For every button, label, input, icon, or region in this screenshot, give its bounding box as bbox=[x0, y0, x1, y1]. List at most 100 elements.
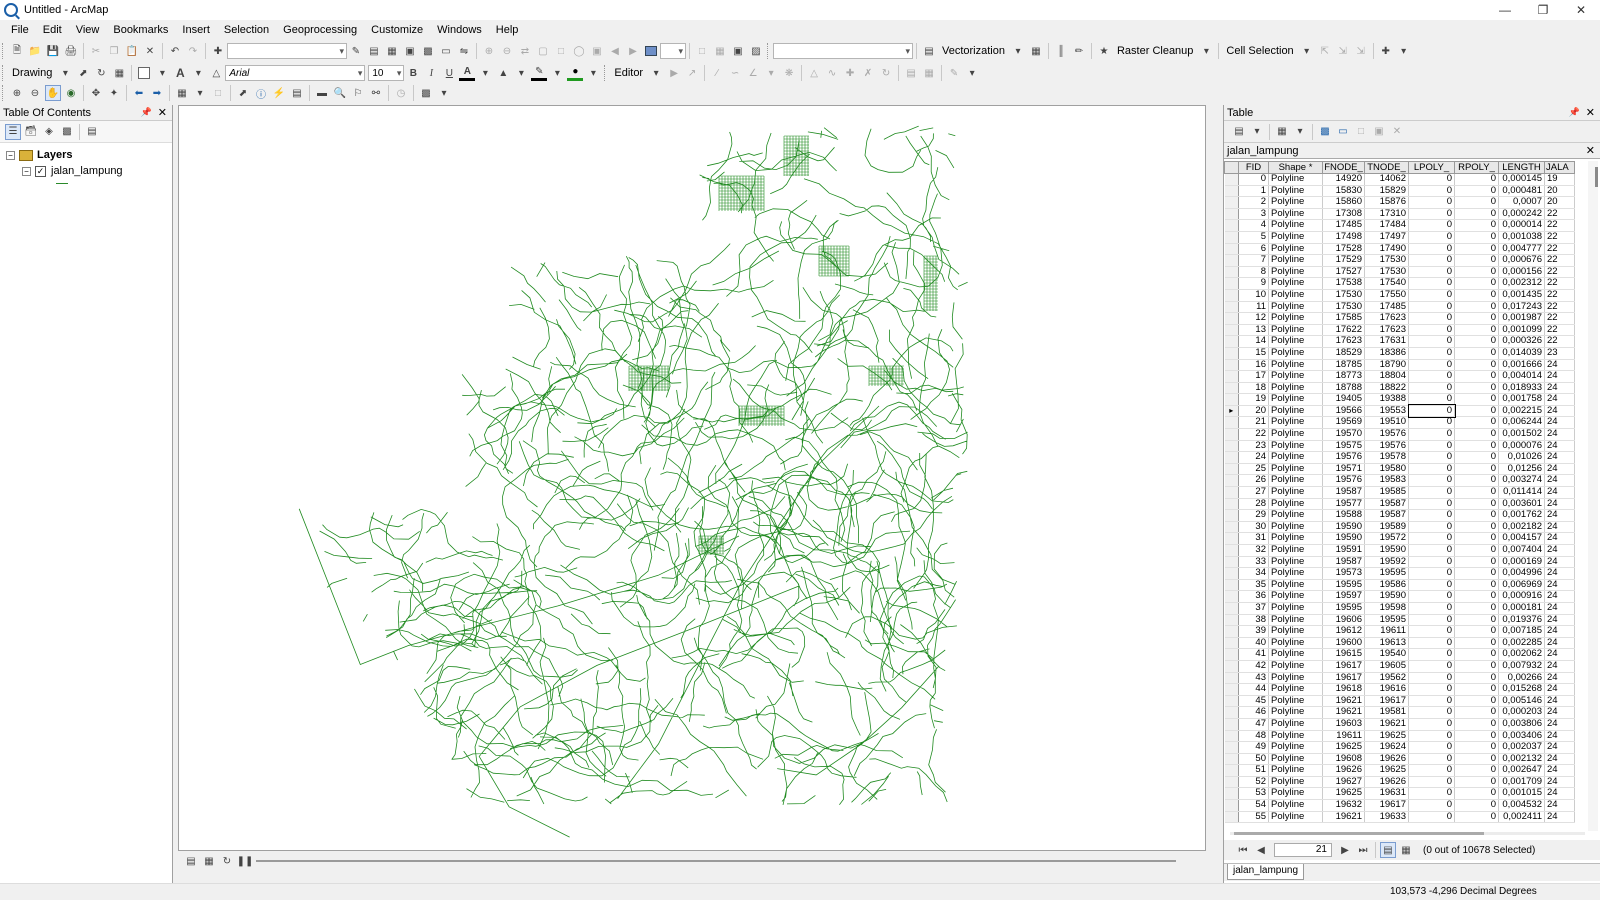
cell-fnode[interactable]: 19617 bbox=[1322, 672, 1365, 685]
cell-fnode[interactable]: 19621 bbox=[1322, 706, 1365, 719]
cell-length[interactable]: 0,007185 bbox=[1498, 625, 1545, 638]
cell-jala[interactable]: 22 bbox=[1544, 289, 1575, 302]
hyperlink-icon[interactable]: ⚡ bbox=[271, 85, 287, 101]
add-data-icon[interactable]: ✚ bbox=[210, 43, 226, 59]
cell-rpoly[interactable]: 0 bbox=[1454, 544, 1499, 557]
cell-fnode[interactable]: 19590 bbox=[1322, 532, 1365, 545]
menu-view[interactable]: View bbox=[69, 24, 107, 36]
row-selector[interactable] bbox=[1224, 567, 1239, 580]
cell-rpoly[interactable]: 0 bbox=[1454, 625, 1499, 638]
row-selector[interactable] bbox=[1224, 266, 1239, 279]
cell-jala[interactable]: 24 bbox=[1544, 660, 1575, 673]
cell-tnode[interactable]: 17497 bbox=[1364, 231, 1409, 244]
clear-selected-icon[interactable]: □ bbox=[210, 85, 226, 101]
cell-length[interactable]: 0,003601 bbox=[1498, 498, 1545, 511]
toc-options-icon[interactable]: ▤ bbox=[84, 124, 100, 140]
edit-annotation-icon[interactable]: ↗ bbox=[684, 65, 700, 81]
col-header-rpoly[interactable]: RPOLY_ bbox=[1454, 161, 1499, 174]
cell-fid[interactable]: 42 bbox=[1238, 660, 1269, 673]
find-icon[interactable]: 🔍 bbox=[332, 85, 348, 101]
cell-fid[interactable]: 46 bbox=[1238, 706, 1269, 719]
cell-rpoly[interactable]: 0 bbox=[1454, 706, 1499, 719]
cell-length[interactable]: 0,000076 bbox=[1498, 440, 1545, 453]
cell-fid[interactable]: 10 bbox=[1238, 289, 1269, 302]
list-by-visibility-icon[interactable]: ◈ bbox=[41, 124, 57, 140]
row-selector[interactable] bbox=[1224, 370, 1239, 383]
pencil-icon[interactable]: ✏ bbox=[1071, 43, 1087, 59]
cell-fnode[interactable]: 19615 bbox=[1322, 648, 1365, 661]
cell-fid[interactable]: 28 bbox=[1238, 498, 1269, 511]
cell-jala[interactable]: 23 bbox=[1544, 347, 1575, 360]
cell-lpoly[interactable]: 0 bbox=[1408, 416, 1455, 430]
cell-fnode[interactable]: 17308 bbox=[1322, 208, 1365, 221]
row-selector[interactable] bbox=[1224, 602, 1239, 615]
table-row[interactable]: 16 Polyline 18785 18790 0 0 0,001666 24 bbox=[1224, 359, 1575, 372]
cell-shape[interactable]: Polyline bbox=[1268, 532, 1323, 545]
table-pin-icon[interactable]: 📌 bbox=[1569, 107, 1580, 118]
cell-lpoly[interactable]: 0 bbox=[1407, 404, 1456, 418]
show-classification-icon[interactable]: ▤ bbox=[921, 43, 937, 59]
cell-lpoly[interactable]: 0 bbox=[1408, 185, 1455, 198]
row-selector[interactable] bbox=[1224, 416, 1239, 430]
cell-lpoly[interactable]: 0 bbox=[1408, 208, 1455, 221]
cell-shape[interactable]: Polyline bbox=[1268, 289, 1323, 302]
table-row[interactable]: 43 Polyline 19617 19562 0 0 0,00266 24 bbox=[1224, 672, 1575, 685]
table-row[interactable]: 8 Polyline 17527 17530 0 0 0,000156 22 bbox=[1224, 266, 1575, 279]
cell-fid[interactable]: 45 bbox=[1238, 695, 1269, 708]
cell-tnode[interactable]: 19595 bbox=[1364, 567, 1409, 580]
table-row[interactable]: 30 Polyline 19590 19589 0 0 0,002182 24 bbox=[1224, 521, 1575, 534]
cell-jala[interactable]: 24 bbox=[1544, 556, 1575, 569]
cell-shape[interactable]: Polyline bbox=[1268, 173, 1323, 186]
edit-vertices-icon[interactable]: △ bbox=[208, 65, 224, 81]
python-window-icon[interactable]: ▭ bbox=[438, 43, 454, 59]
cell-shape[interactable]: Polyline bbox=[1268, 324, 1323, 337]
straight-segment-icon[interactable]: ∕ bbox=[709, 65, 725, 81]
cell-length[interactable]: 0,000481 bbox=[1498, 185, 1545, 198]
vectorization-settings-icon[interactable]: ▦ bbox=[1028, 43, 1044, 59]
row-selector[interactable] bbox=[1224, 579, 1239, 592]
cell-shape[interactable]: Polyline bbox=[1268, 196, 1323, 209]
cell-lpoly[interactable]: 0 bbox=[1408, 799, 1455, 812]
cell-jala[interactable]: 24 bbox=[1544, 474, 1575, 488]
fill-color-bucket-icon[interactable]: ▲ bbox=[495, 65, 511, 81]
zoom-in-icon[interactable]: ⊕ bbox=[9, 85, 25, 101]
table-row[interactable]: 52 Polyline 19627 19626 0 0 0,001709 24 bbox=[1224, 776, 1575, 789]
cell-tnode[interactable]: 18822 bbox=[1364, 382, 1409, 395]
cell-lpoly[interactable]: 0 bbox=[1408, 277, 1455, 290]
row-selector[interactable] bbox=[1224, 324, 1239, 337]
cell-lpoly[interactable]: 0 bbox=[1408, 254, 1455, 267]
cell-tnode[interactable]: 19595 bbox=[1364, 614, 1409, 627]
cell-rpoly[interactable]: 0 bbox=[1454, 498, 1499, 511]
cell-length[interactable]: 0,000145 bbox=[1498, 173, 1545, 186]
first-record-icon[interactable]: ⏮ bbox=[1235, 842, 1251, 858]
row-selector[interactable] bbox=[1224, 451, 1239, 464]
text-dropdown-icon[interactable]: ▾ bbox=[190, 65, 206, 81]
cell-tnode[interactable]: 19510 bbox=[1364, 416, 1409, 430]
toc-window-icon[interactable]: ▤ bbox=[366, 43, 382, 59]
cross-add-icon[interactable]: ✚ bbox=[1378, 43, 1394, 59]
cell-lpoly[interactable]: 0 bbox=[1408, 556, 1455, 569]
model-builder-icon[interactable]: ⇋ bbox=[456, 43, 472, 59]
row-selector[interactable] bbox=[1224, 173, 1239, 186]
row-selector[interactable] bbox=[1224, 277, 1239, 290]
cell-rpoly[interactable]: 0 bbox=[1454, 579, 1499, 592]
cell-tnode[interactable]: 19587 bbox=[1364, 509, 1409, 522]
cell-rpoly[interactable]: 0 bbox=[1454, 474, 1499, 488]
cell-shape[interactable]: Polyline bbox=[1268, 683, 1323, 696]
cell-length[interactable]: 0,004996 bbox=[1498, 567, 1545, 580]
table-row[interactable]: 40 Polyline 19600 19613 0 0 0,002285 24 bbox=[1224, 637, 1575, 650]
cell-fnode[interactable]: 19600 bbox=[1322, 637, 1365, 650]
cell-rpoly[interactable]: 0 bbox=[1454, 266, 1499, 279]
cell-rpoly[interactable]: 0 bbox=[1454, 787, 1499, 801]
cell-shape[interactable]: Polyline bbox=[1268, 509, 1323, 522]
road-lines[interactable] bbox=[298, 125, 968, 838]
table-row[interactable]: 29 Polyline 19588 19587 0 0 0,001762 24 bbox=[1224, 509, 1575, 522]
cell-jala[interactable]: 20 bbox=[1544, 185, 1575, 198]
cell-tnode[interactable]: 19580 bbox=[1364, 463, 1409, 476]
cell-jala[interactable]: 24 bbox=[1544, 637, 1575, 650]
row-selector[interactable] bbox=[1224, 706, 1239, 719]
cell-fid[interactable]: 54 bbox=[1238, 799, 1269, 812]
cell-shape[interactable]: Polyline bbox=[1268, 776, 1323, 789]
cell-tnode[interactable]: 19562 bbox=[1364, 672, 1409, 685]
cell-lpoly[interactable]: 0 bbox=[1408, 544, 1455, 557]
